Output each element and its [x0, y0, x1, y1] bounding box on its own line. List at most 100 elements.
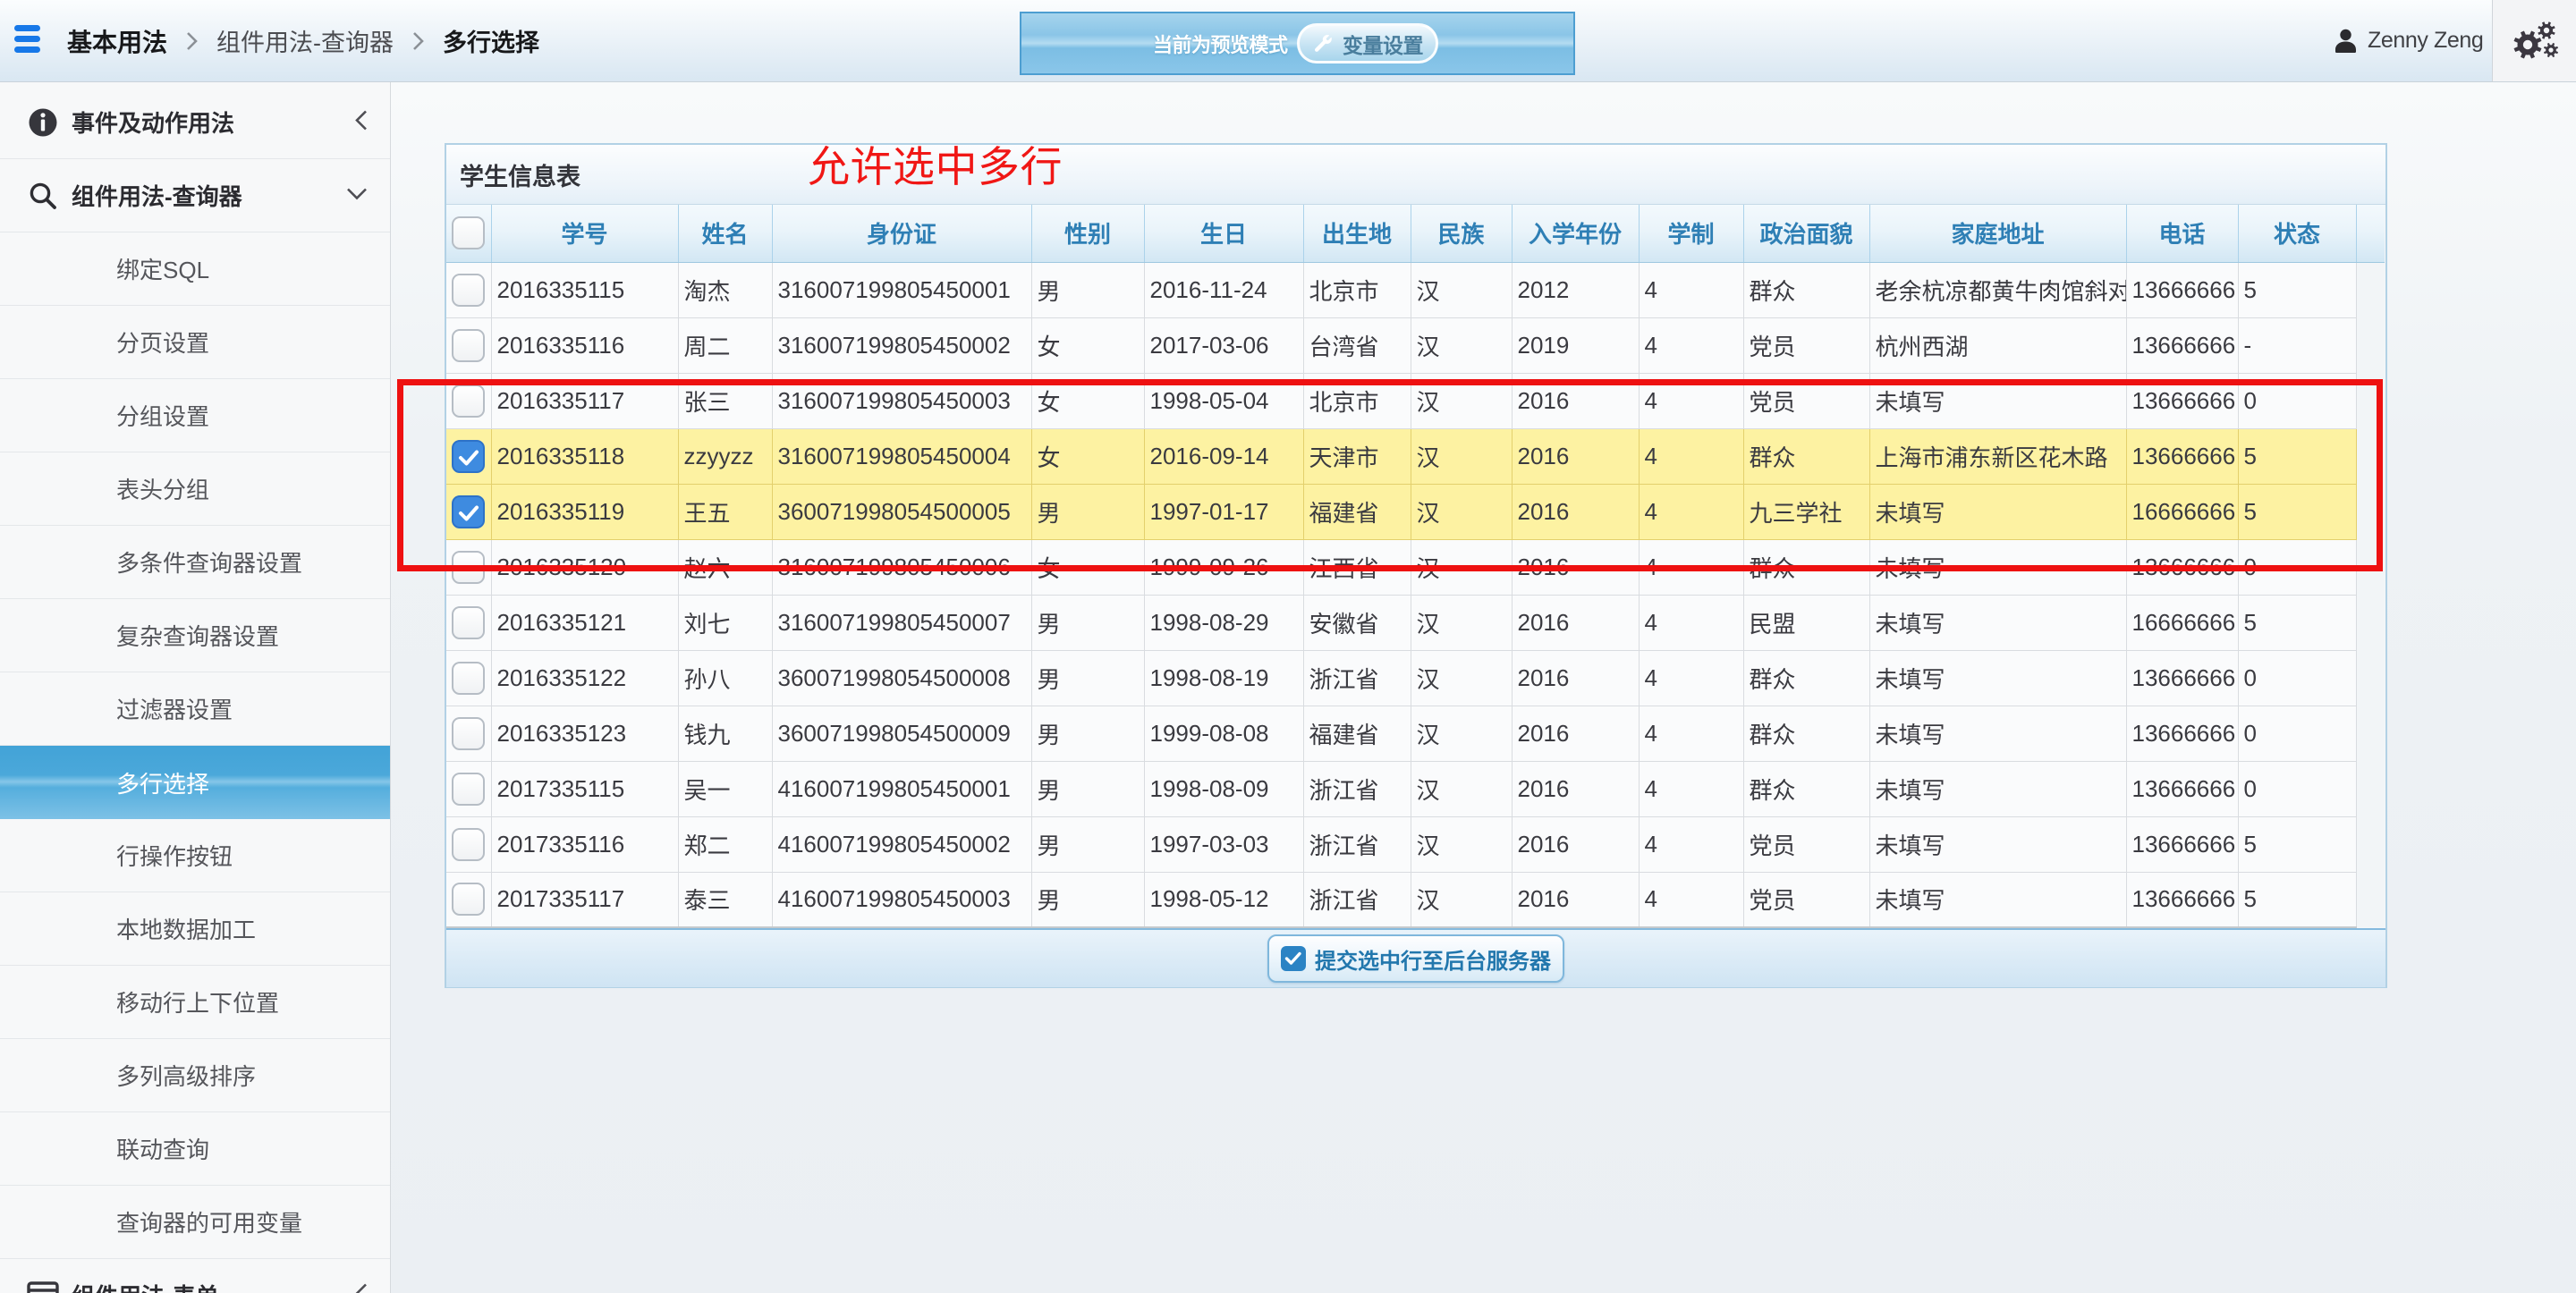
sidebar-item-5[interactable]: 表头分组	[0, 452, 390, 526]
column-header: 学制	[1639, 205, 1743, 262]
sidebar-item-label: 查询器的可用变量	[116, 1205, 302, 1238]
table-cell: 2016	[1512, 373, 1639, 428]
table-cell: 福建省	[1303, 706, 1411, 761]
row-checkbox[interactable]	[452, 606, 485, 639]
table-cell: 2016335119	[491, 484, 678, 539]
table-row[interactable]: 2016335121刘七316007199805450007男1998-08-2…	[446, 595, 2385, 650]
table-cell: zzyyzz	[678, 428, 772, 484]
sidebar-item-label: 本地数据加工	[116, 912, 256, 945]
column-header: 入学年份	[1512, 205, 1639, 262]
table-row[interactable]: 2017335116郑二416007199805450002男1997-03-0…	[446, 816, 2385, 872]
settings-button[interactable]	[2493, 0, 2576, 81]
sidebar-item-7[interactable]: 复杂查询器设置	[0, 599, 390, 672]
sidebar-item-16[interactable]: 组件用法-表单	[0, 1259, 390, 1293]
user-menu[interactable]: Zenny Zeng	[2334, 0, 2483, 81]
scrollbar-gutter-cell	[2356, 706, 2385, 761]
table-cell: 未填写	[1869, 706, 2126, 761]
sidebar-item-label: 多行选择	[116, 766, 209, 799]
sidebar-item-10[interactable]: 行操作按钮	[0, 819, 390, 892]
table-row[interactable]: 2016335118zzyyzz316007199805450004女2016-…	[446, 428, 2385, 484]
table-cell: 13666666	[2126, 428, 2238, 484]
row-checkbox[interactable]	[452, 440, 485, 473]
select-all-checkbox[interactable]	[452, 216, 485, 249]
table-cell: 江西省	[1303, 539, 1411, 595]
row-checkbox[interactable]	[452, 773, 485, 806]
row-checkbox[interactable]	[452, 495, 485, 528]
preview-mode-text: 当前为预览模式	[1153, 13, 1288, 73]
row-checkbox[interactable]	[452, 329, 485, 362]
column-header: 出生地	[1303, 205, 1411, 262]
row-checkbox[interactable]	[452, 662, 485, 695]
table-cell: 浙江省	[1303, 650, 1411, 706]
table-cell: 安徽省	[1303, 595, 1411, 650]
scrollbar-gutter-cell	[2356, 595, 2385, 650]
sidebar-item-14[interactable]: 联动查询	[0, 1112, 390, 1186]
submit-selected-button[interactable]: 提交选中行至后台服务器	[1267, 934, 1564, 983]
table-cell: 2016-09-14	[1144, 428, 1303, 484]
sidebar-item-4[interactable]: 分组设置	[0, 379, 390, 452]
table-cell: 杭州西湖	[1869, 317, 2126, 373]
table-cell: 2016	[1512, 539, 1639, 595]
table-cell: 2016335123	[491, 706, 678, 761]
table-row[interactable]: 2017335115吴一416007199805450001男1998-08-0…	[446, 761, 2385, 816]
breadcrumb-section[interactable]: 组件用法-查询器	[216, 23, 394, 58]
table-cell: 1997-01-17	[1144, 484, 1303, 539]
table-cell: 4	[1639, 373, 1743, 428]
row-checkbox[interactable]	[452, 717, 485, 750]
table-cell: 2016	[1512, 484, 1639, 539]
table-row[interactable]: 2017335117泰三416007199805450003男1998-05-1…	[446, 872, 2385, 927]
table-cell: 女	[1031, 428, 1144, 484]
table-cell: 416007199805450003	[772, 872, 1031, 927]
table-cell: 360071998054500008	[772, 650, 1031, 706]
table-row[interactable]: 2016335120赵六316007199805450006女1999-09-2…	[446, 539, 2385, 595]
table-cell: 党员	[1743, 816, 1869, 872]
table-cell: 4	[1639, 317, 1743, 373]
table-row[interactable]: 2016335115淘杰316007199805450001男2016-11-2…	[446, 262, 2385, 317]
table-cell: 416007199805450001	[772, 761, 1031, 816]
variable-settings-button[interactable]: 变量设置	[1297, 23, 1438, 63]
sidebar-item-15[interactable]: 查询器的可用变量	[0, 1186, 390, 1259]
sidebar-item-label: 移动行上下位置	[116, 985, 279, 1018]
table-cell: 1998-08-09	[1144, 761, 1303, 816]
table-cell: 0	[2238, 706, 2356, 761]
scrollbar-gutter-cell	[2356, 428, 2385, 484]
sidebar-item-2[interactable]: 绑定SQL	[0, 232, 390, 306]
table-cell: 淘杰	[678, 262, 772, 317]
row-checkbox-cell	[446, 872, 491, 927]
sidebar-item-9[interactable]: 多行选择	[0, 746, 390, 819]
table-cell: 2016	[1512, 872, 1639, 927]
sidebar-item-8[interactable]: 过滤器设置	[0, 672, 390, 746]
sidebar-item-13[interactable]: 多列高级排序	[0, 1039, 390, 1112]
table-cell: 2016	[1512, 428, 1639, 484]
sidebar-item-3[interactable]: 分页设置	[0, 306, 390, 379]
info-circle-icon	[27, 106, 59, 139]
row-checkbox[interactable]	[452, 385, 485, 418]
chevron-left-icon	[354, 108, 369, 136]
table-row[interactable]: 2016335116周二316007199805450002女2017-03-0…	[446, 317, 2385, 373]
table-cell: 张三	[678, 373, 772, 428]
sidebar-item-1[interactable]: 组件用法-查询器	[0, 159, 390, 232]
table-cell: 316007199805450002	[772, 317, 1031, 373]
sidebar-item-6[interactable]: 多条件查询器设置	[0, 526, 390, 599]
table-cell: 未填写	[1869, 761, 2126, 816]
row-checkbox-cell	[446, 484, 491, 539]
sidebar-item-12[interactable]: 移动行上下位置	[0, 966, 390, 1039]
menu-icon[interactable]	[14, 25, 41, 59]
table-cell: 北京市	[1303, 262, 1411, 317]
sidebar-item-0[interactable]: 事件及动作用法	[0, 86, 390, 159]
table-row[interactable]: 2016335123钱九360071998054500009男1999-08-0…	[446, 706, 2385, 761]
sidebar-item-11[interactable]: 本地数据加工	[0, 892, 390, 966]
breadcrumb: 基本用法 组件用法-查询器 多行选择	[67, 0, 539, 81]
table-row[interactable]: 2016335117张三316007199805450003女1998-05-0…	[446, 373, 2385, 428]
table-footer: 提交选中行至后台服务器	[446, 928, 2385, 987]
row-checkbox[interactable]	[452, 551, 485, 584]
table-cell: 1997-03-03	[1144, 816, 1303, 872]
column-header: 政治面貌	[1743, 205, 1869, 262]
row-checkbox[interactable]	[452, 828, 485, 861]
row-checkbox[interactable]	[452, 274, 485, 307]
table-row[interactable]: 2016335122孙八360071998054500008男1998-08-1…	[446, 650, 2385, 706]
row-checkbox-cell	[446, 595, 491, 650]
breadcrumb-root[interactable]: 基本用法	[67, 23, 167, 59]
table-row[interactable]: 2016335119王五360071998054500005男1997-01-1…	[446, 484, 2385, 539]
row-checkbox[interactable]	[452, 883, 485, 916]
